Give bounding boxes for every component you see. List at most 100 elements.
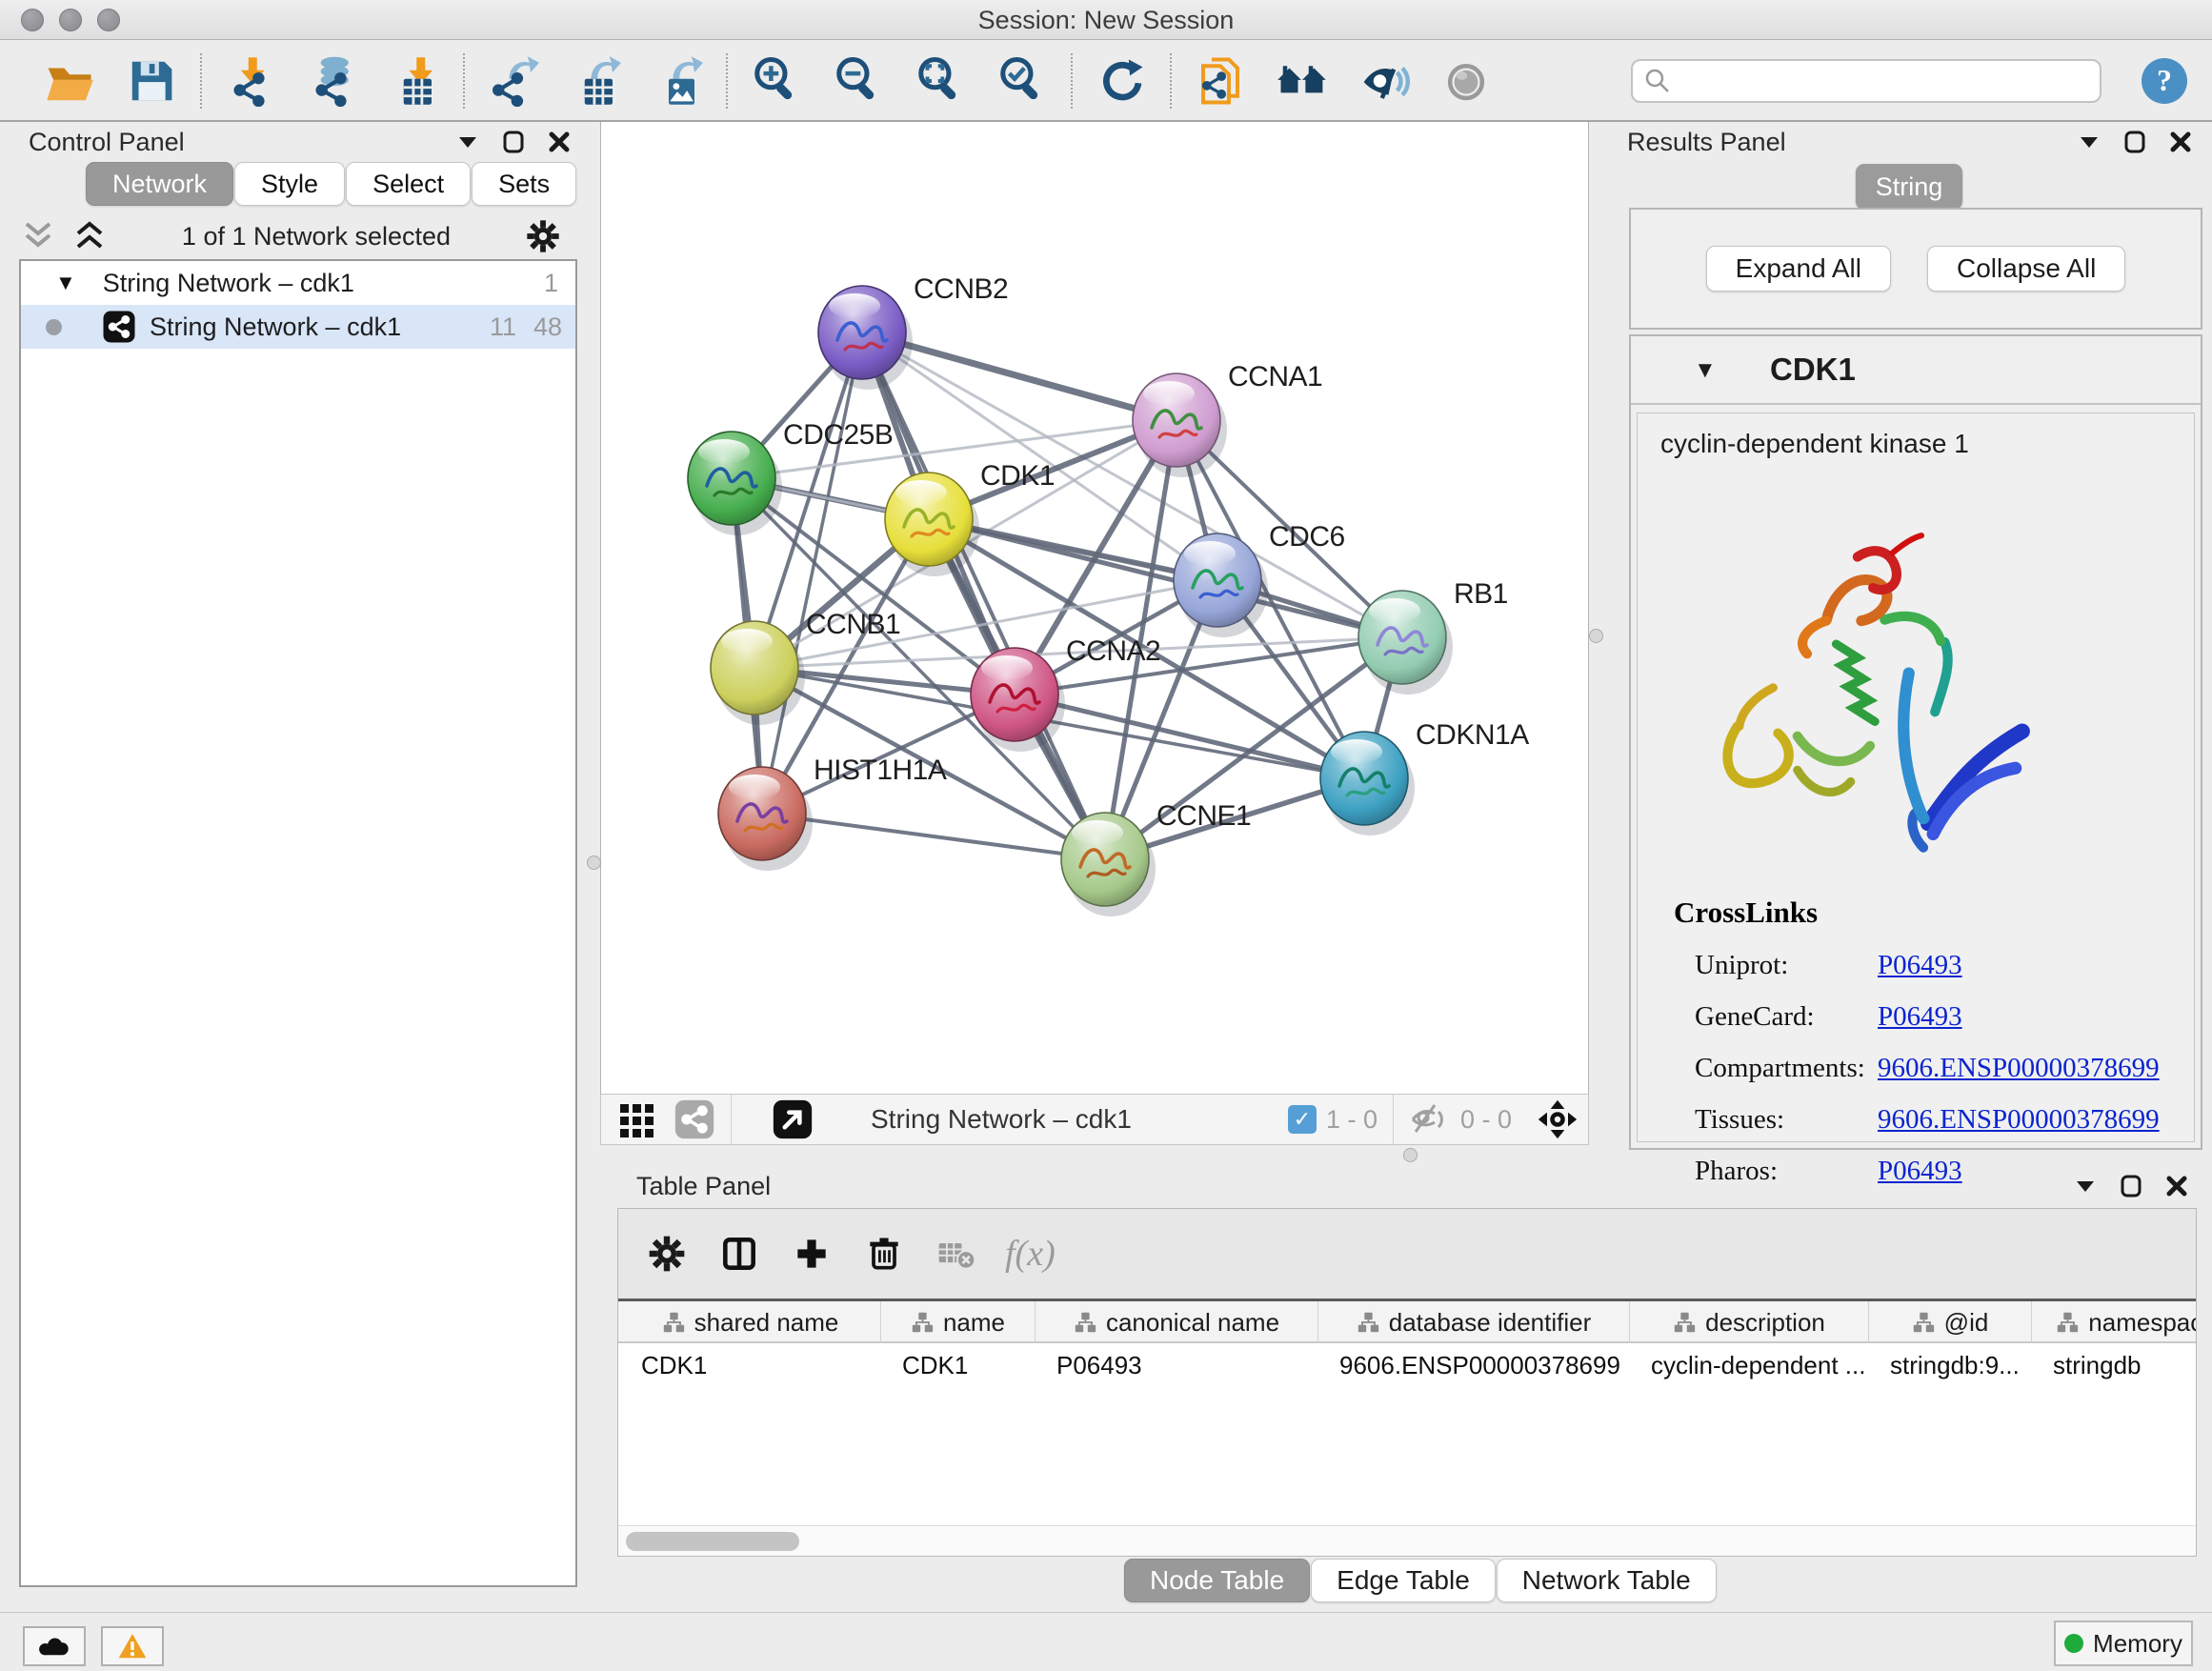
- panel-float-icon[interactable]: [2122, 130, 2147, 154]
- show-columns-icon[interactable]: [715, 1230, 763, 1278]
- panel-float-icon[interactable]: [2119, 1174, 2143, 1198]
- network-node-CCNA1[interactable]: [1133, 373, 1227, 477]
- warnings-button[interactable]: [101, 1626, 164, 1666]
- open-view-in-window-icon[interactable]: [772, 1098, 814, 1140]
- network-selection-status: 1 of 1 Network selected: [109, 222, 524, 252]
- network-row-selected[interactable]: String Network – cdk1 11 48: [21, 305, 575, 349]
- search-input[interactable]: [1631, 59, 2101, 103]
- hide-labels-icon[interactable]: [1343, 49, 1425, 113]
- glass-ball-icon[interactable]: [1425, 49, 1507, 113]
- table-cell[interactable]: CDK1: [881, 1343, 1036, 1387]
- grid-view-icon[interactable]: [616, 1098, 658, 1140]
- table-cell[interactable]: 9606.ENSP00000378699: [1318, 1343, 1630, 1387]
- network-node-HIST1H1A[interactable]: [718, 767, 813, 871]
- export-image-icon[interactable]: [636, 49, 718, 113]
- crosslink-link[interactable]: P06493: [1878, 950, 1962, 981]
- delete-column-icon[interactable]: [860, 1230, 908, 1278]
- column-header-description[interactable]: description: [1630, 1301, 1869, 1343]
- column-header-name[interactable]: name: [881, 1301, 1036, 1343]
- zoom-in-icon[interactable]: [735, 49, 817, 113]
- table-cell[interactable]: stringdb: [2032, 1343, 2196, 1387]
- import-network-icon[interactable]: [210, 49, 292, 113]
- section-expander-icon[interactable]: ▼: [1694, 357, 1717, 384]
- create-column-icon[interactable]: [788, 1230, 835, 1278]
- table-horizontal-scrollbar[interactable]: [618, 1525, 2196, 1556]
- column-header-canonical-name[interactable]: canonical name: [1036, 1301, 1318, 1343]
- network-node-CDKN1A[interactable]: [1320, 732, 1415, 836]
- crosslink-link[interactable]: 9606.ENSP00000378699: [1878, 1104, 2160, 1136]
- crosslink-row: GeneCard:P06493: [1695, 991, 2175, 1042]
- left-splitter-handle[interactable]: [587, 856, 601, 870]
- tab-edge-table[interactable]: Edge Table: [1311, 1559, 1496, 1602]
- export-network-icon[interactable]: [473, 49, 554, 113]
- tab-sets[interactable]: Sets: [472, 162, 576, 206]
- panel-close-icon[interactable]: [2164, 1174, 2189, 1198]
- right-splitter-handle[interactable]: [1589, 629, 1603, 643]
- panel-menu-icon[interactable]: [2073, 1174, 2098, 1198]
- panel-menu-icon[interactable]: [2077, 130, 2101, 154]
- gene-description: cyclin-dependent kinase 1: [1660, 429, 2194, 459]
- tab-string[interactable]: String: [1856, 164, 1962, 210]
- table-cell[interactable]: CDK1: [620, 1343, 881, 1387]
- panel-close-icon[interactable]: [2168, 130, 2193, 154]
- zoom-selected-icon[interactable]: [981, 49, 1063, 113]
- table-row[interactable]: CDK1CDK1P064939606.ENSP00000378699cyclin…: [618, 1343, 2196, 1387]
- string-homes-icon[interactable]: [1261, 49, 1343, 113]
- column-header-shared-name[interactable]: shared name: [620, 1301, 881, 1343]
- network-node-RB1[interactable]: [1358, 591, 1453, 695]
- window-title: Session: New Session: [0, 6, 2212, 35]
- tab-network[interactable]: Network: [86, 162, 233, 206]
- selected-nodes-checkbox[interactable]: ✓: [1288, 1105, 1317, 1134]
- help-icon[interactable]: ?: [2140, 56, 2189, 106]
- network-badge-icon[interactable]: [674, 1098, 715, 1140]
- expand-all-networks-icon[interactable]: [70, 220, 109, 252]
- refresh-icon[interactable]: [1080, 49, 1162, 113]
- tab-style[interactable]: Style: [234, 162, 345, 206]
- network-node-CDC25B[interactable]: [688, 432, 782, 535]
- network-node-CCNB2[interactable]: [818, 286, 913, 390]
- collapse-all-networks-icon[interactable]: [19, 220, 57, 252]
- network-collection-row[interactable]: ▼ String Network – cdk1 1: [21, 261, 575, 305]
- control-panel: Control Panel Network Style Select Sets …: [6, 124, 589, 1610]
- table-cell[interactable]: cyclin-dependent ...: [1630, 1343, 1869, 1387]
- collapse-all-button[interactable]: Collapse All: [1927, 246, 2125, 292]
- table-cell[interactable]: stringdb:9...: [1869, 1343, 2032, 1387]
- crosslink-link[interactable]: 9606.ENSP00000378699: [1878, 1053, 2160, 1084]
- column-header-database-identifier[interactable]: database identifier: [1318, 1301, 1630, 1343]
- expand-all-button[interactable]: Expand All: [1706, 246, 1891, 292]
- column-header--id[interactable]: @id: [1869, 1301, 2032, 1343]
- edge-CCNB2-HIST1H1A[interactable]: [762, 332, 862, 814]
- tab-node-table[interactable]: Node Table: [1124, 1559, 1310, 1602]
- network-canvas[interactable]: CCNB2CCNA1CDC25BCDK1CDC6RB1CCNB1CCNA2CDK…: [600, 122, 1589, 1094]
- network-node-CDC6[interactable]: [1174, 534, 1268, 637]
- table-cell[interactable]: P06493: [1036, 1343, 1318, 1387]
- table-options-gear-icon[interactable]: [643, 1230, 691, 1278]
- panel-close-icon[interactable]: [547, 130, 572, 154]
- panel-float-icon[interactable]: [501, 130, 526, 154]
- network-options-gear-icon[interactable]: [524, 217, 562, 255]
- column-header-namespace[interactable]: namespace: [2032, 1301, 2196, 1343]
- panel-menu-icon[interactable]: [455, 130, 480, 154]
- protein-structure-image: [1679, 528, 2051, 867]
- scrollbar-thumb[interactable]: [626, 1532, 799, 1551]
- edge-HIST1H1A-CCNE1[interactable]: [762, 814, 1105, 859]
- cloud-status-button[interactable]: [23, 1626, 86, 1666]
- document-share-icon[interactable]: [1179, 49, 1261, 113]
- bottom-splitter-handle[interactable]: [1403, 1148, 1418, 1162]
- zoom-out-icon[interactable]: [817, 49, 899, 113]
- crosslink-link[interactable]: P06493: [1878, 1001, 1962, 1033]
- network-node-CDK1[interactable]: [885, 473, 979, 576]
- collection-expander-icon[interactable]: ▼: [55, 271, 76, 295]
- import-table-icon[interactable]: [373, 49, 455, 113]
- open-session-icon[interactable]: [29, 49, 111, 113]
- tab-network-table[interactable]: Network Table: [1497, 1559, 1717, 1602]
- memory-button[interactable]: Memory: [2054, 1621, 2193, 1666]
- tab-select[interactable]: Select: [346, 162, 471, 206]
- node-label-CDKN1A: CDKN1A: [1416, 719, 1529, 751]
- zoom-fit-icon[interactable]: [899, 49, 981, 113]
- import-database-icon[interactable]: [292, 49, 373, 113]
- network-node-CCNE1[interactable]: [1061, 813, 1156, 916]
- save-session-icon[interactable]: [111, 49, 192, 113]
- export-table-icon[interactable]: [554, 49, 636, 113]
- birdseye-view-icon[interactable]: [1537, 1098, 1579, 1140]
